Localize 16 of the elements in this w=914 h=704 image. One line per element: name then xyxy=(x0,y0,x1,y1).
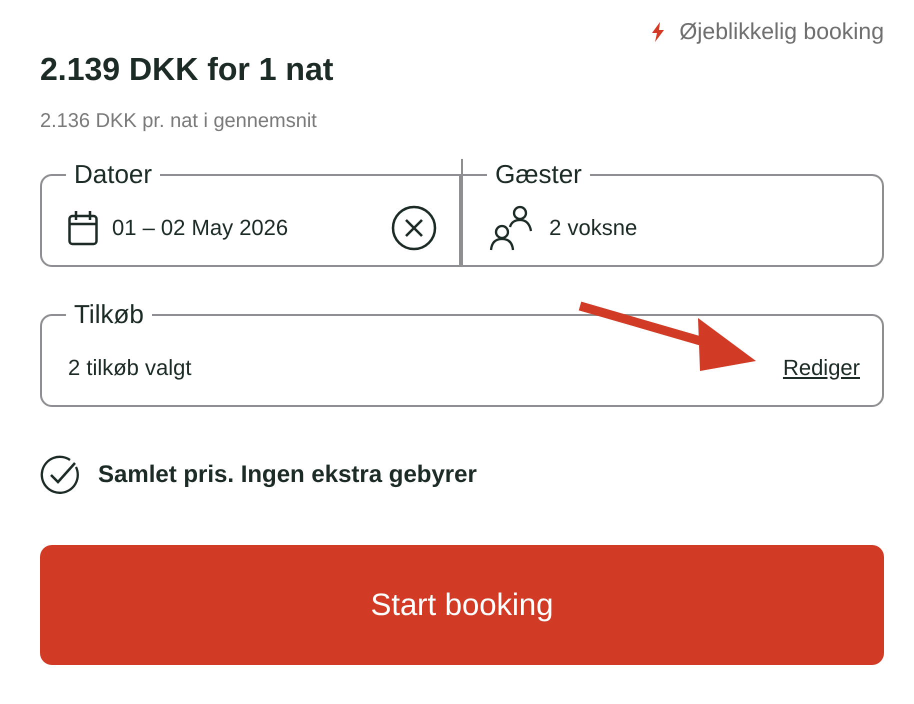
instant-booking-label: Øjeblikkelig booking xyxy=(679,18,884,45)
start-booking-button[interactable]: Start booking xyxy=(40,545,884,665)
lightning-icon xyxy=(651,22,666,42)
addons-value: 2 tilkøb valgt xyxy=(68,354,192,380)
field-legend: Gæster xyxy=(487,159,590,190)
price-subtitle: 2.136 DKK pr. nat i gennemsnit xyxy=(40,110,318,133)
price-title: 2.139 DKK for 1 nat xyxy=(40,51,334,88)
close-icon[interactable] xyxy=(391,204,438,250)
field-legend: Datoer xyxy=(66,159,160,190)
check-circle-icon xyxy=(40,455,80,495)
calendar-icon xyxy=(68,210,98,246)
guests-value: 2 voksne xyxy=(549,214,638,240)
total-price-note: Samlet pris. Ingen ekstra gebyrer xyxy=(98,461,477,489)
date-range-value: 01 – 02 May 2026 xyxy=(112,214,288,240)
field-legend: Tilkøb xyxy=(66,299,152,330)
edit-link[interactable]: Rediger xyxy=(782,354,860,380)
